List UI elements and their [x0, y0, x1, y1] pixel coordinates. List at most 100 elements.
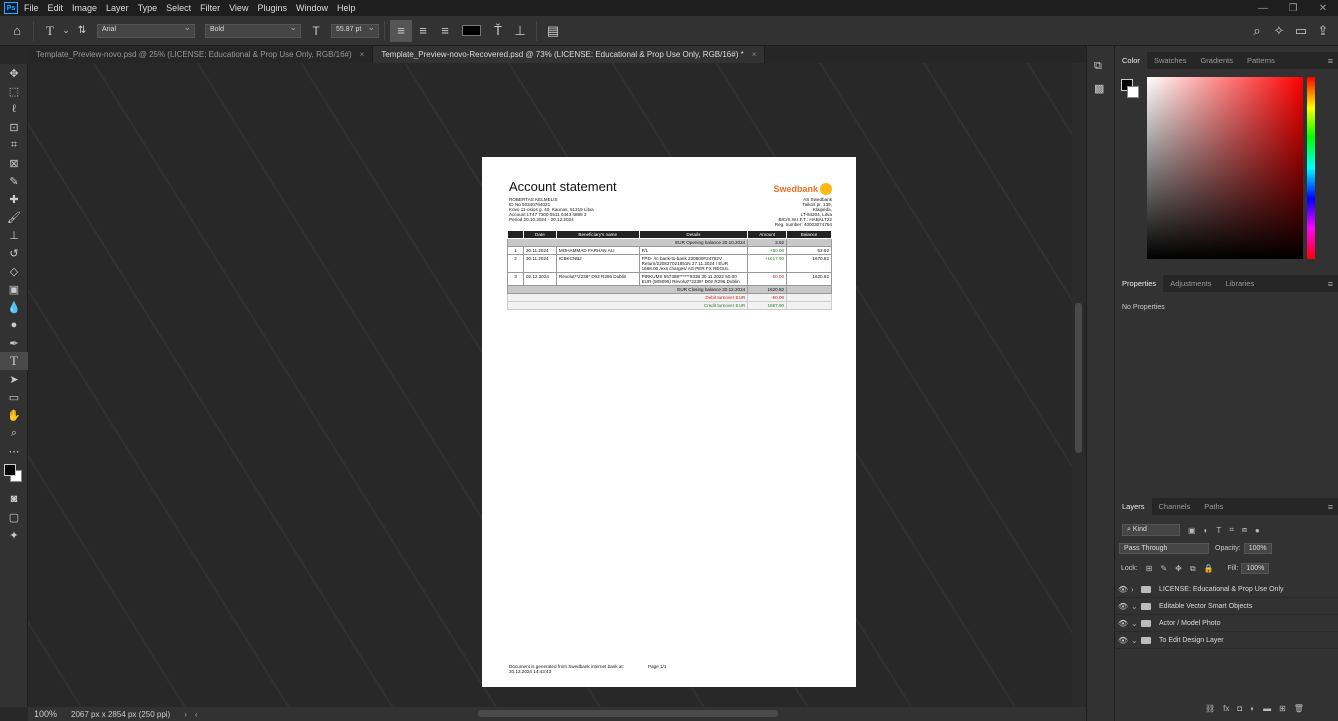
font-family-select[interactable]: Arial	[97, 22, 195, 38]
smart-object-filter-icon[interactable]: ⧈	[1242, 525, 1247, 535]
hand-tool-icon[interactable]: ✋	[0, 406, 28, 424]
clone-stamp-tool-icon[interactable]: ⊥	[0, 226, 28, 244]
filter-toggle-icon[interactable]: ●	[1255, 526, 1260, 535]
menu-help[interactable]: Help	[337, 3, 356, 13]
new-layer-icon[interactable]: ⊞	[1279, 704, 1286, 713]
adjustment-filter-icon[interactable]: ◐	[1204, 526, 1209, 535]
quick-mask-icon[interactable]: ◙	[0, 490, 28, 508]
vertical-scrollbar[interactable]	[1072, 63, 1085, 707]
pixel-filter-icon[interactable]: ▣	[1188, 526, 1196, 535]
healing-brush-tool-icon[interactable]: ✚	[0, 190, 28, 208]
font-style-select[interactable]: Bold	[205, 22, 301, 38]
visibility-eye-icon[interactable]: 👁	[1115, 619, 1131, 628]
tab-color[interactable]: Color	[1115, 52, 1147, 69]
font-size-select[interactable]: 55.87 pt	[331, 22, 379, 38]
tab-gradients[interactable]: Gradients	[1193, 52, 1240, 69]
add-mask-icon[interactable]: ◘	[1237, 704, 1242, 713]
panel-menu-icon[interactable]: ≡	[1328, 279, 1333, 289]
menu-edit[interactable]: Edit	[48, 3, 64, 13]
type-filter-icon[interactable]: T	[1216, 526, 1221, 535]
zoom-level[interactable]: 100%	[34, 709, 57, 719]
menu-view[interactable]: View	[229, 3, 248, 13]
menu-plugins[interactable]: Plugins	[257, 3, 287, 13]
type-tool-preset-icon[interactable]: T	[39, 20, 61, 42]
text-color-swatch[interactable]	[462, 25, 481, 36]
zoom-tool-icon[interactable]: ⌕	[0, 424, 28, 442]
menu-filter[interactable]: Filter	[200, 3, 220, 13]
comments-panel-icon[interactable]: ▩	[1094, 82, 1104, 95]
history-panel-icon[interactable]: ⧉	[1094, 60, 1102, 73]
chevron-down-icon[interactable]: ⌄	[1131, 619, 1141, 628]
tab-swatches[interactable]: Swatches	[1147, 52, 1194, 69]
align-left-icon[interactable]: ≡	[390, 19, 412, 42]
lasso-tool-icon[interactable]: ℓ	[0, 100, 28, 118]
blend-mode-select[interactable]: Pass Through	[1119, 543, 1209, 554]
layer-kind-filter[interactable]: ⌕ Kind	[1122, 524, 1180, 536]
menu-select[interactable]: Select	[166, 3, 191, 13]
move-tool-icon[interactable]: ✥	[0, 64, 28, 82]
delete-layer-icon[interactable]: 🗑	[1294, 704, 1304, 713]
menu-file[interactable]: File	[24, 3, 39, 13]
link-layers-icon[interactable]: ⛓	[1205, 704, 1215, 713]
tab-document-1[interactable]: Template_Preview-novo.psd @ 25% (LICENSE…	[28, 46, 374, 63]
opacity-input[interactable]: 100%	[1243, 543, 1272, 554]
toggle-text-orientation-icon[interactable]: ⇅	[71, 20, 93, 42]
visibility-eye-icon[interactable]: 👁	[1115, 636, 1131, 645]
panel-menu-icon[interactable]: ≡	[1328, 56, 1333, 66]
search-icon[interactable]: ⌕	[1246, 20, 1268, 42]
tab-libraries[interactable]: Libraries	[1218, 275, 1261, 292]
blur-tool-icon[interactable]: 💧	[0, 298, 28, 316]
restore-icon[interactable]: ❐	[1278, 3, 1308, 14]
layer-row[interactable]: 👁 › LICENSE: Educational & Prop Use Only	[1115, 581, 1338, 598]
frame-tool-icon[interactable]: ⊠	[0, 154, 28, 172]
crop-tool-icon[interactable]: ⌗	[0, 136, 28, 154]
path-selection-tool-icon[interactable]: ➤	[0, 370, 28, 388]
lock-all-icon[interactable]: 🔒	[1204, 564, 1214, 573]
tab-adjustments[interactable]: Adjustments	[1163, 275, 1218, 292]
chevron-right-icon[interactable]: ›	[1131, 585, 1141, 594]
tab-channels[interactable]: Channels	[1152, 498, 1198, 515]
chevron-down-icon[interactable]: ⌄	[1131, 602, 1141, 611]
tab-patterns[interactable]: Patterns	[1240, 52, 1282, 69]
workspace-icon[interactable]: ▭	[1290, 20, 1312, 42]
object-selection-tool-icon[interactable]: ⊡	[0, 118, 28, 136]
eyedropper-tool-icon[interactable]: ✎	[0, 172, 28, 190]
color-swatches[interactable]	[0, 460, 27, 490]
pen-tool-icon[interactable]: ✒	[0, 334, 28, 352]
menu-window[interactable]: Window	[296, 3, 328, 13]
character-panel-icon[interactable]: ▤	[542, 20, 564, 42]
screen-mode-icon[interactable]: ▢	[0, 508, 28, 526]
background-color-swatch[interactable]	[1127, 86, 1139, 98]
menu-type[interactable]: Type	[138, 3, 158, 13]
layer-row[interactable]: 👁 ⌄ To Edit Design Layer	[1115, 632, 1338, 649]
lock-position-icon[interactable]: ✥	[1175, 564, 1182, 573]
close-tab-icon[interactable]: ×	[360, 50, 365, 59]
tab-layers[interactable]: Layers	[1115, 498, 1152, 515]
fill-input[interactable]: 100%	[1241, 563, 1270, 574]
warp-text-icon[interactable]: Ť	[487, 20, 509, 42]
lock-image-icon[interactable]: ✎	[1160, 564, 1167, 573]
minimize-icon[interactable]: —	[1248, 3, 1278, 14]
align-center-icon[interactable]: ≡	[412, 20, 434, 42]
brush-tool-icon[interactable]: 🖌	[0, 208, 28, 226]
panel-menu-icon[interactable]: ≡	[1328, 502, 1333, 512]
layer-row[interactable]: 👁 ⌄ Actor / Model Photo	[1115, 615, 1338, 632]
close-window-icon[interactable]: ✕	[1308, 3, 1338, 14]
tab-properties[interactable]: Properties	[1115, 275, 1164, 292]
document-page[interactable]: Account statement Swedbank ROBERTAS KELM…	[482, 157, 856, 687]
menu-image[interactable]: Image	[72, 3, 97, 13]
visibility-eye-icon[interactable]: 👁	[1115, 602, 1131, 611]
share-icon[interactable]: ⇪	[1312, 20, 1334, 42]
lock-transparency-icon[interactable]: ⊞	[1146, 564, 1153, 573]
close-tab-icon[interactable]: ×	[752, 50, 757, 59]
chevron-left-icon[interactable]: ‹	[195, 710, 198, 719]
eraser-tool-icon[interactable]: ◇	[0, 262, 28, 280]
more-tools-icon[interactable]: ⋯	[0, 442, 28, 460]
tab-document-2[interactable]: Template_Preview-novo-Recovered.psd @ 73…	[373, 46, 766, 63]
chevron-down-icon[interactable]: ⌄	[1131, 636, 1141, 645]
visibility-eye-icon[interactable]: 👁	[1115, 585, 1131, 594]
chevron-down-icon[interactable]: ⌄	[61, 20, 71, 42]
new-adjustment-icon[interactable]: ◐	[1250, 704, 1255, 713]
layer-row[interactable]: 👁 ⌄ Editable Vector Smart Objects	[1115, 598, 1338, 615]
foreground-color-swatch[interactable]	[4, 464, 16, 476]
